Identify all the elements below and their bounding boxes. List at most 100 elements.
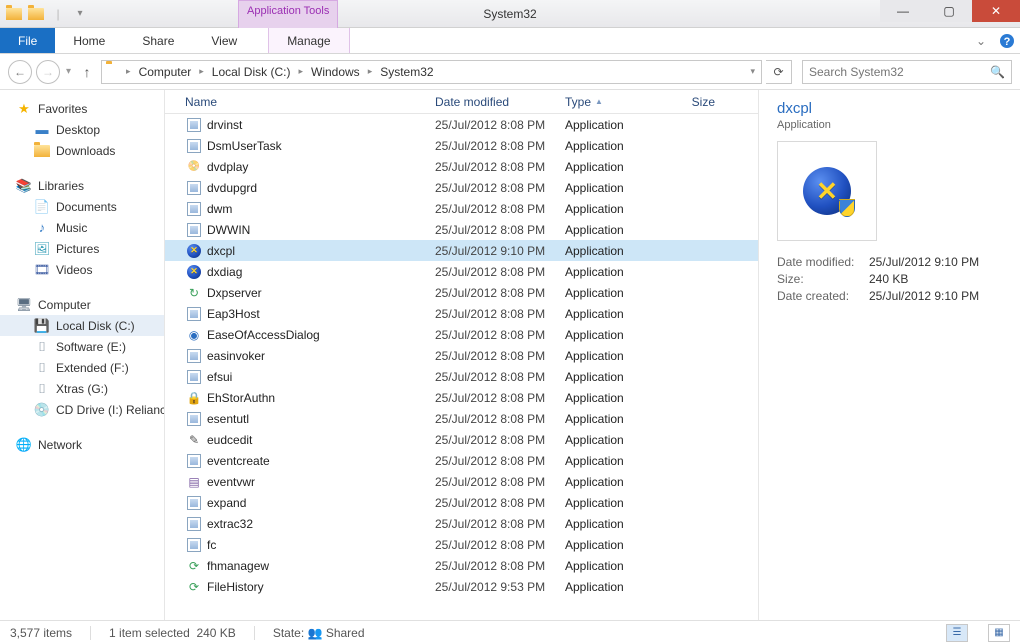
breadcrumb-system32[interactable]: System32 (376, 65, 437, 79)
forward-button[interactable]: → (36, 60, 60, 84)
tree-documents[interactable]: 📄Documents (0, 196, 164, 217)
file-list[interactable]: drvinst25/Jul/2012 8:08 PMApplicationDsm… (165, 114, 758, 620)
ribbon-collapse-button[interactable]: ⌄ (968, 28, 994, 53)
file-row[interactable]: ⟳fhmanagew25/Jul/2012 8:08 PMApplication (165, 555, 758, 576)
file-row[interactable]: drvinst25/Jul/2012 8:08 PMApplication (165, 114, 758, 135)
tree-libraries[interactable]: 📚Libraries (0, 175, 164, 196)
file-row[interactable]: efsui25/Jul/2012 8:08 PMApplication (165, 366, 758, 387)
tree-computer[interactable]: 🖥Computer (0, 294, 164, 315)
column-size[interactable]: Size (665, 95, 715, 109)
file-row[interactable]: ⟳FileHistory25/Jul/2012 9:53 PMApplicati… (165, 576, 758, 597)
up-button[interactable]: ↑ (77, 62, 97, 82)
file-name: EaseOfAccessDialog (207, 328, 435, 342)
search-input[interactable] (809, 65, 990, 79)
tree-extended-f[interactable]: ⌷Extended (F:) (0, 357, 164, 378)
column-date[interactable]: Date modified (435, 95, 565, 109)
star-icon: ★ (16, 101, 32, 117)
tab-manage[interactable]: Manage (268, 28, 349, 53)
file-icon (185, 411, 203, 427)
breadcrumb-sep[interactable]: ▸ (366, 66, 375, 77)
tree-xtras-g[interactable]: ⌷Xtras (G:) (0, 378, 164, 399)
file-name: eventcreate (207, 454, 435, 468)
file-row[interactable]: 📀dvdplay25/Jul/2012 8:08 PMApplication (165, 156, 758, 177)
file-name: extrac32 (207, 517, 435, 531)
file-name: expand (207, 496, 435, 510)
file-row[interactable]: dwm25/Jul/2012 8:08 PMApplication (165, 198, 758, 219)
breadcrumb-sep[interactable]: ▸ (296, 66, 305, 77)
documents-icon: 📄 (34, 199, 50, 215)
file-row[interactable]: ▤eventvwr25/Jul/2012 8:08 PMApplication (165, 471, 758, 492)
tree-desktop[interactable]: ▬Desktop (0, 119, 164, 140)
file-type: Application (565, 160, 665, 174)
status-item-count: 3,577 items (10, 626, 72, 640)
tree-network[interactable]: 🌐Network (0, 434, 164, 455)
file-tab[interactable]: File (0, 28, 55, 53)
help-button[interactable]: ? (994, 28, 1020, 53)
file-icon (185, 306, 203, 322)
search-box[interactable]: 🔍 (802, 60, 1012, 84)
file-type: Application (565, 475, 665, 489)
file-row[interactable]: ↻Dxpserver25/Jul/2012 8:08 PMApplication (165, 282, 758, 303)
address-dropdown[interactable]: ▾ (748, 66, 757, 77)
libraries-icon: 📚 (16, 178, 32, 194)
back-button[interactable]: ← (8, 60, 32, 84)
breadcrumb-computer[interactable]: Computer (135, 65, 196, 79)
file-row[interactable]: DWWIN25/Jul/2012 8:08 PMApplication (165, 219, 758, 240)
file-row[interactable]: DsmUserTask25/Jul/2012 8:08 PMApplicatio… (165, 135, 758, 156)
tree-pictures[interactable]: 🖼Pictures (0, 238, 164, 259)
column-name[interactable]: Name (185, 95, 435, 109)
videos-icon: 🎞 (34, 262, 50, 278)
file-icon: ↻ (185, 285, 203, 301)
details-name: dxcpl (777, 100, 1002, 117)
file-row[interactable]: fc25/Jul/2012 8:08 PMApplication (165, 534, 758, 555)
file-date: 25/Jul/2012 8:08 PM (435, 118, 565, 132)
file-row[interactable]: ✎eudcedit25/Jul/2012 8:08 PMApplication (165, 429, 758, 450)
file-row[interactable]: ◉EaseOfAccessDialog25/Jul/2012 8:08 PMAp… (165, 324, 758, 345)
tab-share[interactable]: Share (124, 28, 193, 53)
file-type: Application (565, 580, 665, 594)
history-dropdown[interactable]: ▾ (64, 66, 73, 77)
column-type[interactable]: Type▲ (565, 95, 665, 109)
file-row[interactable]: easinvoker25/Jul/2012 8:08 PMApplication (165, 345, 758, 366)
breadcrumb-drive[interactable]: Local Disk (C:) (208, 65, 295, 79)
file-name: dvdplay (207, 160, 435, 174)
address-bar[interactable]: ▸ Computer ▸ Local Disk (C:) ▸ Windows ▸… (101, 60, 762, 84)
tab-home[interactable]: Home (55, 28, 124, 53)
tree-local-disk-c[interactable]: 💾Local Disk (C:) (0, 315, 164, 336)
minimize-button[interactable]: — (880, 0, 926, 22)
context-tab-label: Application Tools (238, 0, 338, 28)
tree-cd-drive-i[interactable]: 💿CD Drive (I:) Reliance (0, 399, 164, 420)
file-name: DWWIN (207, 223, 435, 237)
file-row[interactable]: ✕dxcpl25/Jul/2012 9:10 PMApplication (165, 240, 758, 261)
view-details-button[interactable]: ☰ (946, 624, 968, 642)
tree-music[interactable]: ♪Music (0, 217, 164, 238)
maximize-button[interactable]: ▢ (926, 0, 972, 22)
qat-divider: | (50, 6, 66, 22)
file-row[interactable]: extrac3225/Jul/2012 8:08 PMApplication (165, 513, 758, 534)
file-row[interactable]: ✕dxdiag25/Jul/2012 8:08 PMApplication (165, 261, 758, 282)
file-type: Application (565, 202, 665, 216)
new-folder-icon[interactable] (28, 6, 44, 22)
file-row[interactable]: Eap3Host25/Jul/2012 8:08 PMApplication (165, 303, 758, 324)
tree-software-e[interactable]: ⌷Software (E:) (0, 336, 164, 357)
tree-favorites[interactable]: ★Favorites (0, 98, 164, 119)
file-row[interactable]: esentutl25/Jul/2012 8:08 PMApplication (165, 408, 758, 429)
file-row[interactable]: expand25/Jul/2012 8:08 PMApplication (165, 492, 758, 513)
breadcrumb-sep[interactable]: ▸ (197, 66, 206, 77)
chevron-down-icon[interactable]: ▾ (72, 6, 88, 22)
close-button[interactable]: ✕ (972, 0, 1020, 22)
refresh-button[interactable]: ⟳ (766, 60, 792, 84)
breadcrumb-sep[interactable]: ▸ (124, 66, 133, 77)
breadcrumb-windows[interactable]: Windows (307, 65, 364, 79)
file-date: 25/Jul/2012 8:08 PM (435, 391, 565, 405)
tree-videos[interactable]: 🎞Videos (0, 259, 164, 280)
file-date: 25/Jul/2012 8:08 PM (435, 475, 565, 489)
file-icon (185, 180, 203, 196)
view-icons-button[interactable]: ▦ (988, 624, 1010, 642)
file-row[interactable]: 🔒EhStorAuthn25/Jul/2012 8:08 PMApplicati… (165, 387, 758, 408)
search-icon[interactable]: 🔍 (990, 65, 1005, 79)
tree-downloads[interactable]: Downloads (0, 140, 164, 161)
file-row[interactable]: dvdupgrd25/Jul/2012 8:08 PMApplication (165, 177, 758, 198)
file-row[interactable]: eventcreate25/Jul/2012 8:08 PMApplicatio… (165, 450, 758, 471)
tab-view[interactable]: View (193, 28, 256, 53)
